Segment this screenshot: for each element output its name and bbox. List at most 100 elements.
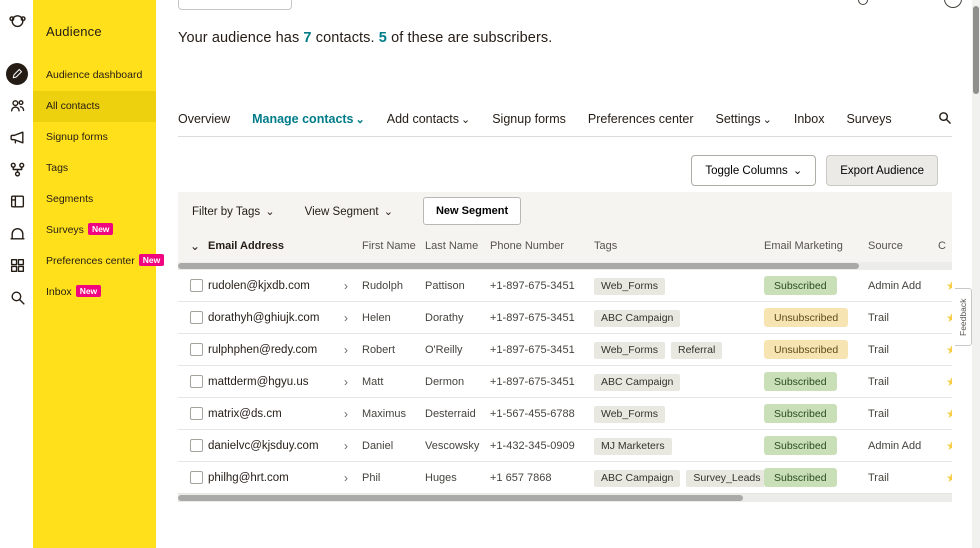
tab-preferences-center[interactable]: Preferences center [588, 112, 694, 126]
tab-signup-forms[interactable]: Signup forms [492, 112, 566, 126]
reports-icon[interactable] [7, 191, 27, 211]
table-horizontal-scrollbar-top[interactable] [178, 262, 952, 270]
select-all-dropdown[interactable]: ⌄ [178, 239, 208, 253]
avatar[interactable] [944, 0, 962, 8]
search-icon[interactable] [937, 110, 952, 128]
create-icon[interactable] [6, 63, 28, 85]
column-header-source[interactable]: Source [868, 240, 938, 252]
tab-manage-contacts[interactable]: Manage contacts ⌄ [252, 112, 365, 126]
sidebar-item-signup-forms[interactable]: Signup forms [33, 122, 156, 153]
phone-number: +1-897-675-3451 [490, 343, 575, 356]
first-name: Phil [362, 471, 381, 484]
phone-number: +1-432-345-0909 [490, 439, 575, 452]
row-checkbox[interactable] [190, 407, 203, 420]
tags-cell: Web_Forms Referral [594, 340, 764, 359]
tag-chip[interactable]: ABC Campaign [594, 373, 681, 391]
row-expand-chevron-icon[interactable]: › [340, 375, 362, 389]
row-expand-chevron-icon[interactable]: › [340, 407, 362, 421]
row-checkbox[interactable] [190, 471, 203, 484]
tag-chip[interactable]: ABC Campaign [594, 469, 681, 487]
tab-overview[interactable]: Overview [178, 112, 230, 126]
column-header-email[interactable]: Email Address [208, 240, 340, 252]
rating-star-icon: ★ [946, 406, 952, 421]
automations-icon[interactable] [7, 159, 27, 179]
row-checkbox[interactable] [190, 279, 203, 292]
tab-add-contacts[interactable]: Add contacts ⌄ [387, 112, 470, 126]
audience-icon[interactable] [7, 95, 27, 115]
table-row: rudolen@kjxdb.com › Rudolph Pattison +1-… [178, 270, 952, 302]
phone-number: +1-897-675-3451 [490, 279, 575, 292]
first-name: Maximus [362, 407, 407, 420]
source: Admin Add [868, 439, 922, 452]
sidebar-item-preferences-center[interactable]: Preferences center New [33, 246, 165, 277]
page-vertical-scrollbar[interactable] [972, 0, 980, 548]
tag-chip[interactable]: ABC Campaign [594, 309, 681, 327]
tab-settings[interactable]: Settings ⌄ [715, 112, 771, 126]
row-expand-chevron-icon[interactable]: › [340, 343, 362, 357]
row-checkbox[interactable] [190, 343, 203, 356]
last-name: O'Reilly [425, 343, 463, 356]
column-header-tags[interactable]: Tags [594, 240, 764, 252]
row-checkbox[interactable] [190, 311, 203, 324]
tab-surveys[interactable]: Surveys [846, 112, 891, 126]
tag-chip[interactable]: Referral [671, 341, 723, 359]
contact-email[interactable]: matrix@ds.cm [208, 408, 340, 420]
scrollbar-thumb[interactable] [973, 6, 979, 94]
row-expand-chevron-icon[interactable]: › [340, 439, 362, 453]
tab-inbox[interactable]: Inbox [794, 112, 825, 126]
tags-cell: ABC Campaign [594, 308, 764, 327]
cutoff-dropdown-button[interactable] [178, 0, 292, 10]
tag-chip[interactable]: Web_Forms [594, 341, 665, 359]
sidebar-item-all-contacts[interactable]: All contacts [33, 91, 156, 122]
column-header-last-name[interactable]: Last Name [425, 240, 490, 252]
sidebar-item-tags[interactable]: Tags [33, 153, 156, 184]
feedback-tab[interactable]: Feedback [955, 288, 972, 346]
contact-email[interactable]: rudolen@kjxdb.com [208, 280, 340, 292]
tag-chip[interactable]: Web_Forms [594, 277, 665, 295]
tag-chip[interactable]: Web_Forms [594, 405, 665, 423]
integrations-icon[interactable] [7, 255, 27, 275]
filter-by-tags-dropdown[interactable]: Filter by Tags ⌄ [192, 205, 275, 218]
row-checkbox[interactable] [190, 439, 203, 452]
tag-chip[interactable]: MJ Marketers [594, 437, 672, 455]
sidebar-item-surveys[interactable]: Surveys New [33, 215, 156, 246]
export-audience-button[interactable]: Export Audience [826, 155, 938, 186]
status-badge: Subscribed [764, 372, 837, 392]
phone-number: +1 657 7868 [490, 471, 552, 484]
search-rail-icon[interactable] [7, 287, 27, 307]
sidebar-item-inbox[interactable]: Inbox New [33, 277, 156, 308]
contact-email[interactable]: rulphphen@redy.com [208, 344, 340, 356]
column-header-phone[interactable]: Phone Number [490, 240, 594, 252]
sidebar-item-segments[interactable]: Segments [33, 184, 156, 215]
new-segment-button[interactable]: New Segment [422, 197, 522, 225]
row-expand-chevron-icon[interactable]: › [340, 311, 362, 325]
column-header-email-marketing[interactable]: Email Marketing [764, 240, 868, 252]
contact-email[interactable]: dorathyh@ghiujk.com [208, 312, 340, 324]
column-header-first-name[interactable]: First Name [362, 240, 425, 252]
view-segment-dropdown[interactable]: View Segment ⌄ [305, 205, 393, 218]
mailchimp-logo-icon[interactable] [7, 10, 27, 30]
rating-star-icon: ★ [946, 310, 952, 325]
audience-sidebar: Audience Audience dashboard All contacts… [33, 0, 165, 548]
campaigns-icon[interactable] [7, 127, 27, 147]
tag-chip[interactable]: Survey_Leads [686, 469, 764, 487]
scrollbar-thumb[interactable] [178, 263, 860, 269]
status-badge: Subscribed [764, 468, 837, 488]
sidebar-item-audience-dashboard[interactable]: Audience dashboard [33, 60, 156, 91]
first-name: Matt [362, 375, 384, 388]
scrollbar-thumb[interactable] [178, 495, 744, 501]
last-name: Desterraid [425, 407, 476, 420]
content-studio-icon[interactable] [7, 223, 27, 243]
last-name: Pattison [425, 279, 465, 292]
row-expand-chevron-icon[interactable]: › [340, 279, 362, 293]
row-expand-chevron-icon[interactable]: › [340, 471, 362, 485]
toggle-columns-button[interactable]: Toggle Columns ⌄ [691, 155, 817, 186]
contact-email[interactable]: danielvc@kjsduy.com [208, 440, 340, 452]
contact-email[interactable]: mattderm@hgyu.us [208, 376, 340, 388]
table-horizontal-scrollbar-bottom[interactable] [178, 494, 952, 502]
notifications-icon[interactable] [858, 0, 868, 5]
row-checkbox[interactable] [190, 375, 203, 388]
contact-email[interactable]: philhg@hrt.com [208, 472, 340, 484]
table-row: matrix@ds.cm › Maximus Desterraid +1-567… [178, 398, 952, 430]
mailchimp-audience-page: Audience Audience dashboard All contacts… [0, 0, 980, 548]
